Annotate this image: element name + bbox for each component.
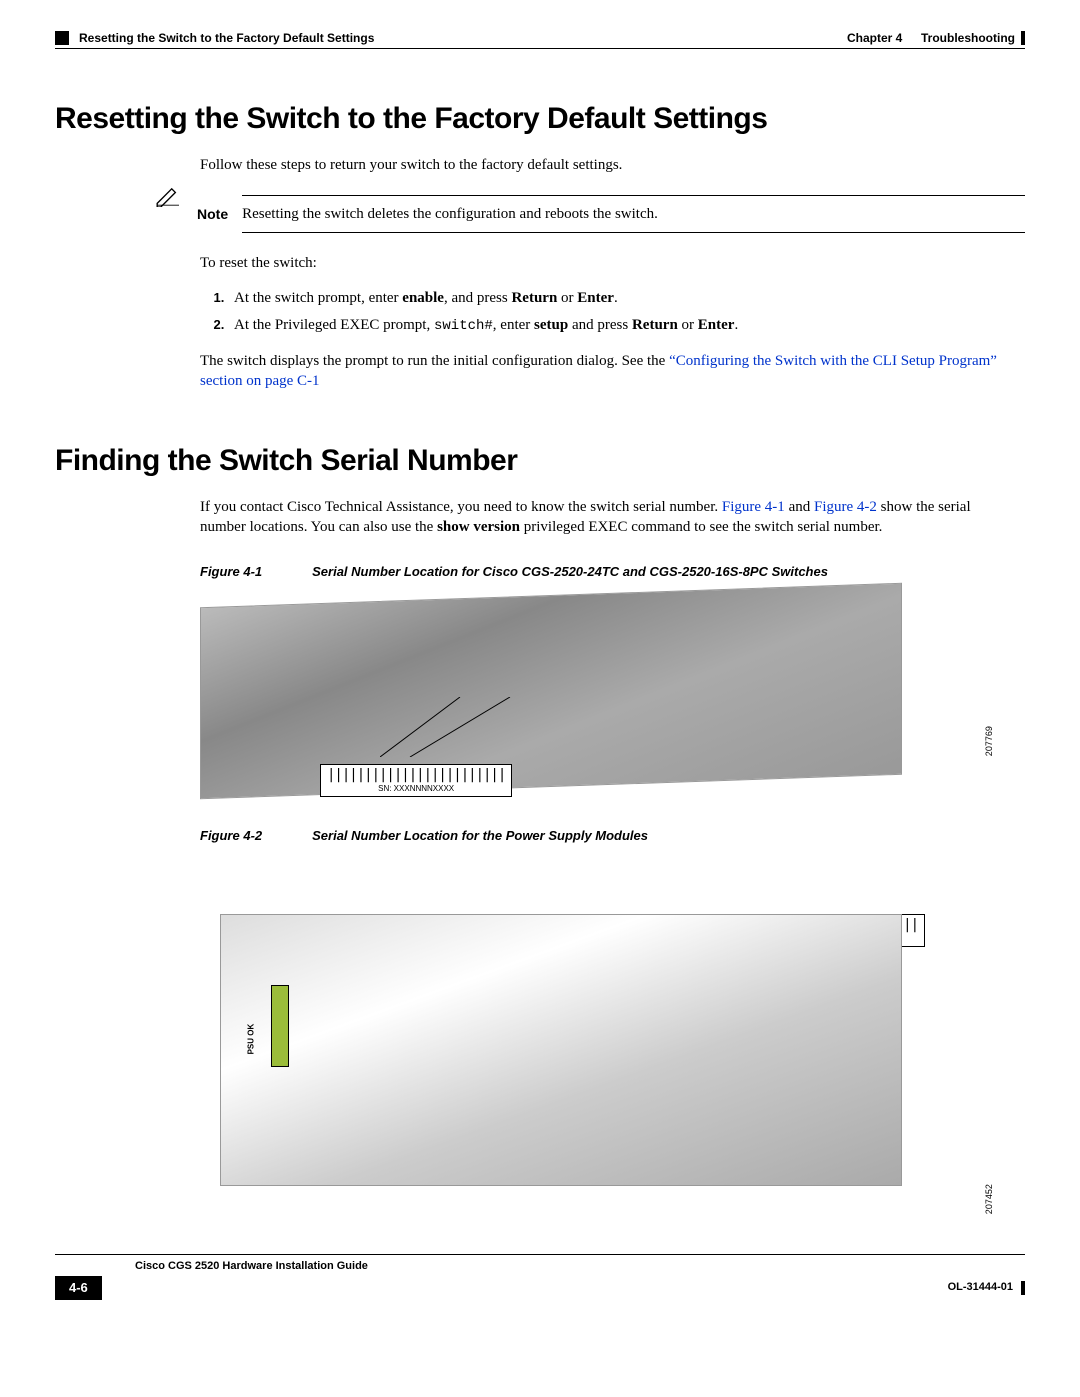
p1-mid: and (785, 499, 814, 515)
step2-enter: Enter (698, 317, 735, 333)
step1-return: Return (511, 290, 557, 306)
note-text: Resetting the switch deletes the configu… (242, 206, 658, 222)
figure-2-num: Figure 4-2 (200, 827, 262, 845)
barcode-icon: |||||||||||||||||||||||| (327, 767, 505, 784)
figure-1-id: 207769 (983, 727, 995, 757)
figure-1: |||||||||||||||||||||||| SN: XXXNNNNXXXX… (200, 595, 985, 787)
footer: Cisco CGS 2520 Hardware Installation Gui… (55, 1254, 1025, 1299)
sn-text-1: SN: XXXNNNNXXXX (378, 784, 454, 793)
step1-end: . (614, 290, 618, 306)
header-left: Resetting the Switch to the Factory Defa… (55, 30, 374, 46)
page-number: 4-6 (55, 1276, 102, 1300)
step2-code: switch# (434, 318, 493, 334)
step1-prefix: At the switch prompt, enter (234, 290, 402, 306)
psu-ok-label: PSU OK (247, 1024, 256, 1055)
note-label: Note (197, 205, 228, 224)
doc-id: OL-31444-01 (948, 1280, 1013, 1295)
callout-line-1 (380, 697, 520, 757)
figure-2: |||||||||||||||||||||||| SN: XXXNNNNXXXX… (200, 914, 985, 1214)
after-prefix: The switch displays the prompt to run th… (200, 353, 669, 369)
figure-4-2-link[interactable]: Figure 4-2 (814, 499, 877, 515)
header-section-title: Resetting the Switch to the Factory Defa… (79, 30, 374, 46)
header-chapter-title: Troubleshooting (921, 30, 1015, 46)
figure-1-title: Serial Number Location for Cisco CGS-252… (312, 563, 828, 581)
psu-image: PSU OK (220, 914, 902, 1186)
section1-after: The switch displays the prompt to run th… (200, 351, 1015, 392)
step-2: At the Privileged EXEC prompt, switch#, … (228, 315, 1015, 336)
footer-guide: Cisco CGS 2520 Hardware Installation Gui… (135, 1259, 1025, 1274)
psu-ok-strip: PSU OK (271, 985, 289, 1067)
p1-prefix: If you contact Cisco Technical Assistanc… (200, 499, 722, 515)
step1-or: or (557, 290, 577, 306)
step1-mid: , and press (444, 290, 512, 306)
step2-mid2: and press (568, 317, 632, 333)
step2-return: Return (632, 317, 678, 333)
reset-steps: At the switch prompt, enter enable, and … (200, 288, 1015, 335)
figure-4-1-link[interactable]: Figure 4-1 (722, 499, 785, 515)
step1-enter: Enter (577, 290, 614, 306)
header-rule (55, 48, 1025, 49)
step2-setup: setup (534, 317, 568, 333)
step2-or: or (678, 317, 698, 333)
p1-showversion: show version (437, 519, 520, 535)
footer-bar-icon (1021, 1281, 1025, 1295)
pencil-icon (155, 187, 183, 207)
header-chapter-label: Chapter 4 (847, 30, 902, 46)
step2-mid: , enter (493, 317, 534, 333)
step2-end: . (734, 317, 738, 333)
serial-number-label-1: |||||||||||||||||||||||| SN: XXXNNNNXXXX (320, 764, 512, 796)
note-block: Note Resetting the switch deletes the co… (155, 195, 1025, 233)
header-right: Chapter 4 Troubleshooting (847, 30, 1025, 46)
step-1: At the switch prompt, enter enable, and … (228, 288, 1015, 308)
figure-2-id: 207452 (983, 1184, 995, 1214)
step1-enable: enable (402, 290, 444, 306)
figure-1-caption: Figure 4-1 Serial Number Location for Ci… (200, 563, 1025, 581)
section2-heading: Finding the Switch Serial Number (55, 441, 1025, 482)
to-reset-text: To reset the switch: (200, 253, 1015, 273)
figure-2-caption: Figure 4-2 Serial Number Location for th… (200, 827, 1025, 845)
doc-id-block: OL-31444-01 (948, 1280, 1025, 1295)
page-header: Resetting the Switch to the Factory Defa… (55, 30, 1025, 46)
note-content: Resetting the switch deletes the configu… (242, 195, 1025, 233)
p1-end: privileged EXEC command to see the switc… (520, 519, 882, 535)
header-bar-icon (1021, 31, 1025, 45)
figure-2-title: Serial Number Location for the Power Sup… (312, 827, 648, 845)
switch-image (200, 582, 902, 799)
header-marker-icon (55, 31, 69, 45)
figure-1-num: Figure 4-1 (200, 563, 262, 581)
section1-heading: Resetting the Switch to the Factory Defa… (55, 99, 1025, 140)
section1-intro: Follow these steps to return your switch… (200, 155, 1015, 175)
section2-p1: If you contact Cisco Technical Assistanc… (200, 497, 1015, 538)
step2-prefix: At the Privileged EXEC prompt, (234, 317, 434, 333)
